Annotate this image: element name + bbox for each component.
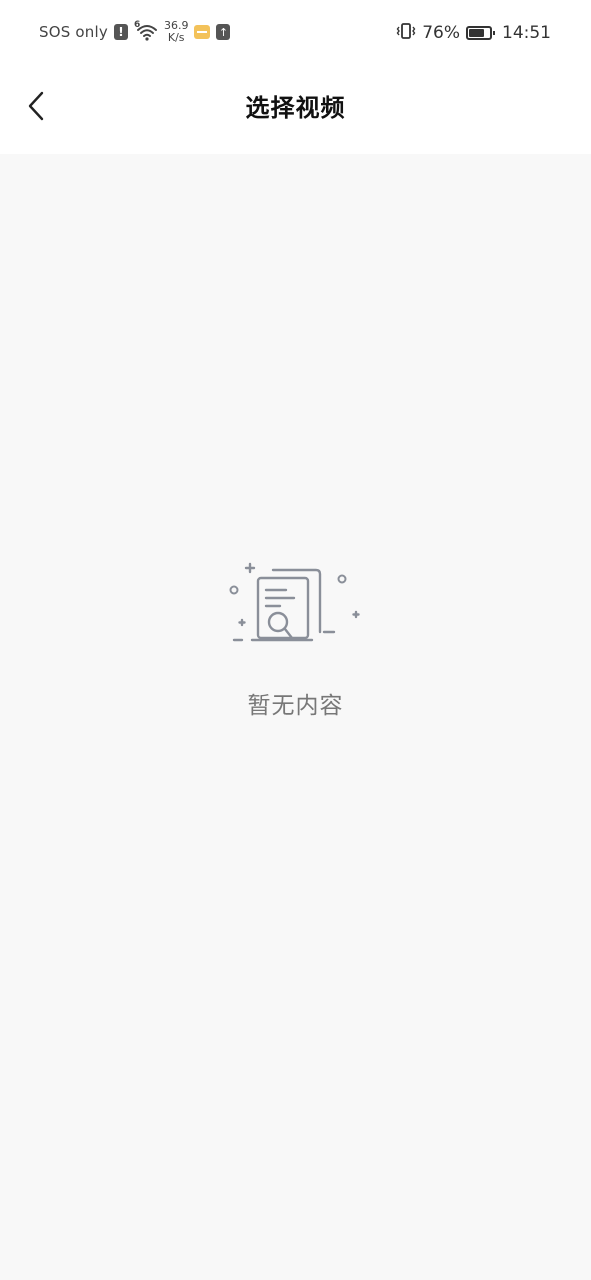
status-bar: SOS only ! 6 36.9 K/s ↑ 76% 14:51: [0, 0, 591, 66]
empty-state: 暂无内容: [0, 562, 591, 720]
document-search-icon: [229, 562, 360, 642]
empty-message: 暂无内容: [247, 693, 344, 719]
upload-icon: ↑: [216, 24, 231, 40]
clock: 14:51: [502, 23, 551, 43]
battery-percent: 76%: [422, 23, 460, 43]
wifi-icon: 6: [133, 20, 158, 42]
notification-icon: [194, 25, 211, 39]
header: 选择视频: [0, 66, 591, 154]
alert-icon: !: [113, 24, 128, 40]
battery-icon: [466, 26, 495, 40]
carrier-text: SOS only: [39, 23, 108, 41]
speed-unit: K/s: [167, 31, 185, 44]
vibrate-icon: [396, 21, 416, 45]
network-speed: 36.9 K/s: [164, 20, 189, 44]
content-area: 暂无内容: [0, 154, 591, 1280]
wifi-generation-label: 6: [133, 20, 141, 30]
page-title: 选择视频: [245, 94, 346, 122]
battery-fill: [469, 29, 484, 37]
status-left: SOS only ! 6 36.9 K/s ↑: [39, 20, 231, 44]
status-right: 76% 14:51: [396, 21, 551, 45]
